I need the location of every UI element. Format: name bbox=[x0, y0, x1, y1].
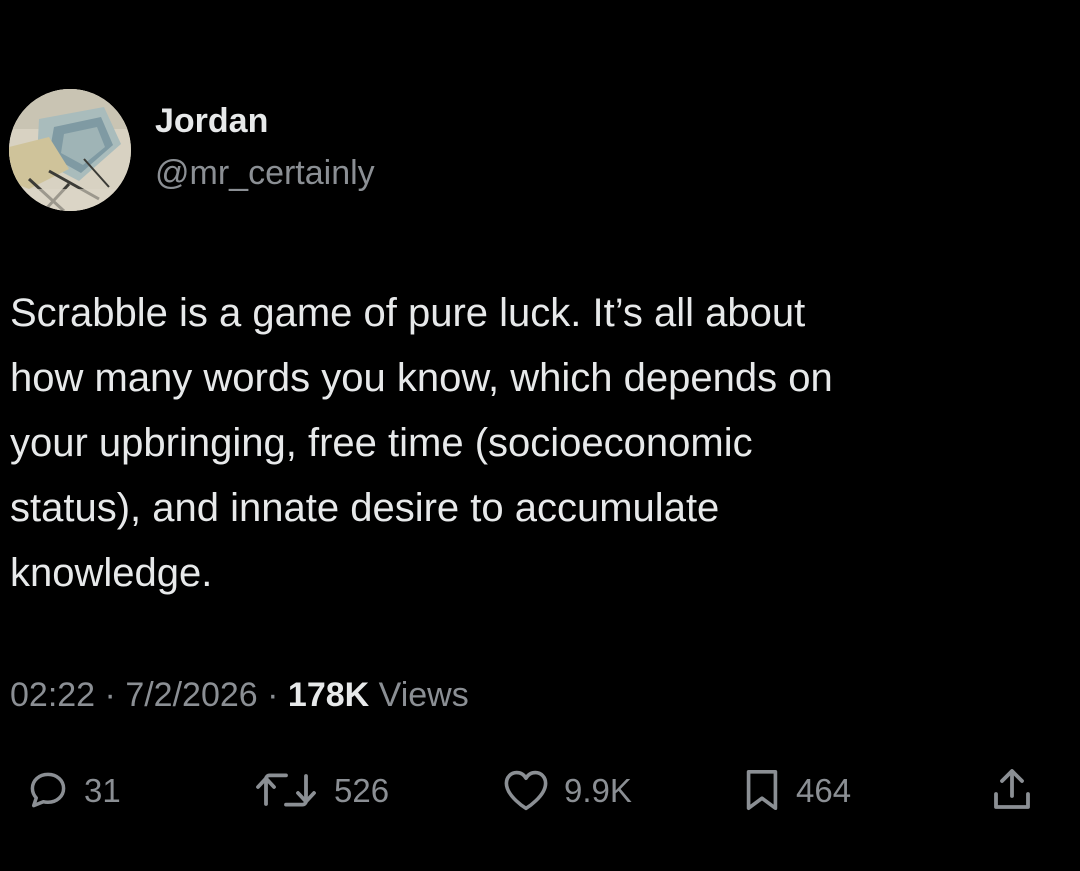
avatar[interactable] bbox=[9, 89, 131, 211]
tweet-card: Jordan @mr_certainly Scrabble is a game … bbox=[0, 0, 1080, 871]
action-bar: 31 526 9.9K 464 bbox=[0, 760, 1080, 820]
meta-separator: · bbox=[104, 676, 116, 714]
tweet-date[interactable]: 7/2/2026 bbox=[125, 676, 257, 714]
repost-count: 526 bbox=[334, 771, 390, 809]
reply-button[interactable]: 31 bbox=[26, 760, 121, 820]
reply-count: 31 bbox=[84, 771, 121, 809]
heart-icon bbox=[504, 770, 548, 811]
share-button[interactable] bbox=[990, 760, 1034, 820]
bookmark-count: 464 bbox=[796, 771, 852, 809]
repost-icon bbox=[256, 773, 316, 807]
tweet-text: Scrabble is a game of pure luck. It’s al… bbox=[10, 291, 833, 595]
views-label: Views bbox=[378, 676, 469, 714]
user-handle[interactable]: @mr_certainly bbox=[155, 156, 375, 190]
reply-icon bbox=[30, 772, 66, 808]
views-count: 178K bbox=[287, 676, 370, 714]
tweet-time[interactable]: 02:22 bbox=[10, 676, 95, 714]
bookmark-icon bbox=[746, 769, 778, 811]
meta-separator: · bbox=[267, 676, 279, 714]
share-icon bbox=[994, 769, 1030, 809]
like-button[interactable]: 9.9K bbox=[502, 760, 632, 820]
repost-button[interactable]: 526 bbox=[252, 760, 389, 820]
avatar-image bbox=[9, 89, 131, 211]
display-name[interactable]: Jordan bbox=[155, 104, 268, 138]
tweet-meta: 02:22 · 7/2/2026 · 178K Views bbox=[10, 678, 469, 712]
like-count: 9.9K bbox=[564, 771, 632, 809]
bookmark-button[interactable]: 464 bbox=[742, 760, 851, 820]
